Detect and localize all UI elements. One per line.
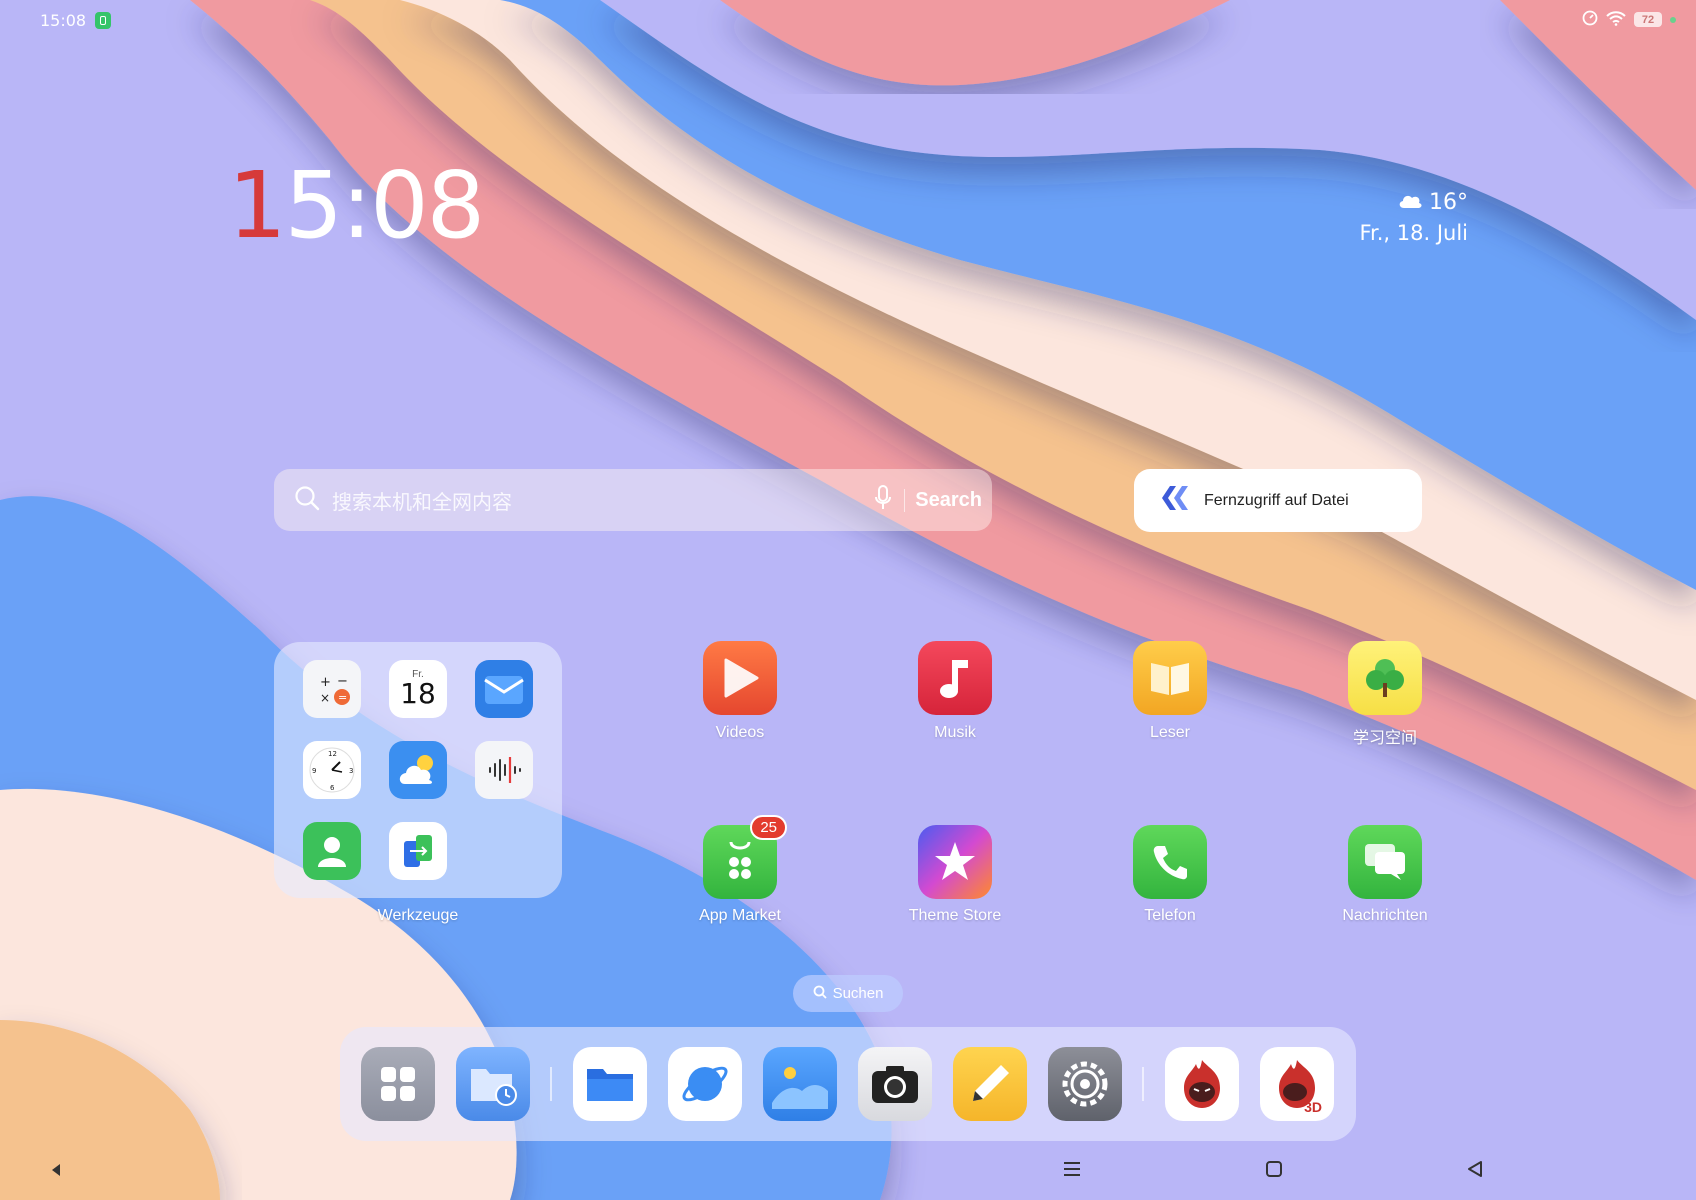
back-nav-icon[interactable]	[1466, 1160, 1484, 1184]
recent-files-icon[interactable]	[456, 1047, 530, 1121]
clock-widget[interactable]: 15:08	[228, 160, 485, 252]
app-market-icon[interactable]: 25	[703, 815, 787, 899]
wifi-icon	[1606, 10, 1626, 29]
remote-widget-label: Fernzugriff auf Datei	[1204, 491, 1349, 509]
dock-separator	[1142, 1067, 1144, 1101]
camera-icon[interactable]	[858, 1047, 932, 1121]
calendar-day: 18	[400, 677, 436, 710]
svg-text:×: ×	[320, 691, 330, 705]
antutu-3d-icon[interactable]: 3D	[1260, 1047, 1334, 1121]
files-app-icon[interactable]	[573, 1047, 647, 1121]
charging-dot-icon	[1670, 16, 1676, 23]
app-label-videos: Videos	[715, 724, 765, 741]
app-market-badge: 25	[750, 815, 787, 840]
svg-text:6: 6	[330, 784, 335, 792]
theme-store-icon[interactable]	[918, 825, 992, 899]
search-button[interactable]: Search	[904, 488, 982, 512]
antutu-3d-label: 3D	[1304, 1099, 1322, 1115]
clock-hour-first-digit: 1	[228, 152, 287, 259]
svg-text:12: 12	[328, 750, 337, 758]
clock-rest: 5:08	[284, 152, 486, 259]
suchen-label: Suchen	[832, 985, 884, 1002]
weather-temperature: 16°	[1429, 190, 1468, 215]
learning-space-icon[interactable]	[1348, 641, 1422, 715]
app-label-app-market: App Market	[699, 907, 781, 924]
folder-label: Werkzeuge	[377, 907, 459, 924]
weather-date: Fr., 18. Juli	[1359, 221, 1468, 245]
svg-text:9: 9	[312, 767, 316, 775]
contacts-icon[interactable]	[303, 822, 361, 880]
antutu-benchmark-icon[interactable]	[1165, 1047, 1239, 1121]
app-label-musik: Musik	[934, 724, 976, 741]
app-drawer-icon[interactable]	[361, 1047, 435, 1121]
voice-recorder-icon[interactable]	[475, 741, 533, 799]
music-app-icon[interactable]	[918, 641, 992, 715]
battery-saver-icon	[95, 12, 111, 29]
cloud-icon	[1397, 190, 1423, 215]
app-label-telefon: Telefon	[1144, 907, 1196, 924]
data-saver-icon	[1582, 10, 1598, 29]
status-icons: 72	[1582, 10, 1676, 29]
suchen-button[interactable]: Suchen	[793, 975, 903, 1012]
status-time: 15:08	[40, 11, 87, 30]
weather-widget[interactable]: 16° Fr., 18. Juli	[1359, 190, 1468, 245]
weather-app-icon[interactable]	[389, 741, 447, 799]
search-icon	[294, 485, 320, 516]
dock: 3D	[340, 1027, 1356, 1141]
svg-text:−: −	[337, 674, 348, 689]
reader-app-icon[interactable]	[1133, 641, 1207, 715]
search-small-icon	[813, 985, 827, 1003]
search-input[interactable]: 搜索本机和全网内容	[332, 486, 874, 515]
messages-app-icon[interactable]	[1348, 825, 1422, 899]
svg-text:+: +	[320, 675, 331, 690]
videos-app-icon[interactable]	[703, 641, 777, 715]
folder-werkzeuge[interactable]: + − × = Fr. 18 12 3 6 9	[274, 642, 562, 898]
browser-icon[interactable]	[668, 1047, 742, 1121]
app-label-learning-space: 学习空间	[1352, 730, 1417, 747]
svg-text:=: =	[338, 691, 347, 704]
svg-text:3: 3	[349, 767, 353, 775]
phone-clone-icon[interactable]	[389, 822, 447, 880]
notes-icon[interactable]	[953, 1047, 1027, 1121]
battery-icon: 72	[1634, 12, 1662, 27]
dock-separator	[550, 1067, 552, 1101]
gallery-icon[interactable]	[763, 1047, 837, 1121]
left-arrow-icon[interactable]	[50, 1160, 62, 1183]
app-label-leser: Leser	[1149, 724, 1191, 741]
app-label-nachrichten: Nachrichten	[1342, 907, 1428, 924]
calendar-icon[interactable]: Fr. 18	[389, 660, 447, 718]
home-nav-icon[interactable]	[1265, 1160, 1283, 1184]
calculator-icon[interactable]: + − × =	[303, 660, 361, 718]
search-bar[interactable]: 搜索本机和全网内容 Search	[274, 469, 992, 531]
phone-app-icon[interactable]	[1133, 825, 1207, 899]
clock-app-icon[interactable]: 12 3 6 9	[303, 741, 361, 799]
email-icon[interactable]	[475, 660, 533, 718]
menu-nav-icon[interactable]	[1062, 1160, 1082, 1184]
settings-gear-icon[interactable]	[1048, 1047, 1122, 1121]
remote-file-access-widget[interactable]: Fernzugriff auf Datei	[1134, 469, 1422, 532]
remote-access-logo-icon	[1160, 484, 1190, 517]
microphone-icon[interactable]	[874, 484, 892, 516]
app-label-theme-store: Theme Store	[908, 907, 1002, 924]
